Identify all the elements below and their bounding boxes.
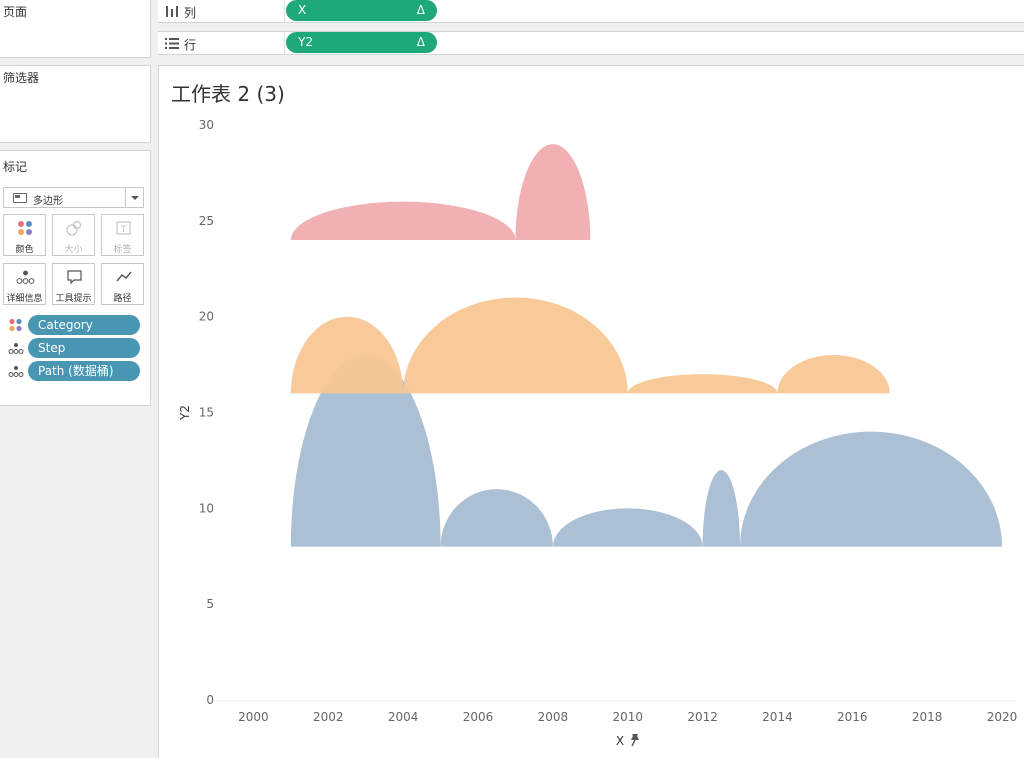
arc-mark[interactable] <box>515 144 591 240</box>
path-pill-row: Path (数据桶) <box>0 361 150 381</box>
tooltip-button[interactable]: 工具提示 <box>52 263 95 305</box>
category-pill[interactable]: Category <box>28 315 140 335</box>
x-tick-label: 2018 <box>912 710 943 724</box>
tableau-workspace: 页面 筛选器 标记 多边形 颜色 大小 T 标签 详细信息 工具提示 路径 Ca… <box>0 0 1024 758</box>
y-tick-label: 20 <box>199 310 214 324</box>
y2-pill[interactable]: Y2 Δ <box>286 32 437 53</box>
pages-title: 页面 <box>3 5 28 19</box>
x-tick-label: 2012 <box>687 710 718 724</box>
color-dots-icon <box>18 221 32 235</box>
mark-type-label: 多边形 <box>33 196 63 207</box>
path-bin-pill[interactable]: Path (数据桶) <box>28 361 140 381</box>
arc-mark[interactable] <box>552 508 703 547</box>
path-line-icon <box>116 271 132 282</box>
tooltip-bubble-icon <box>67 270 82 285</box>
path-button-label: 路径 <box>113 294 132 304</box>
arc-mark[interactable] <box>440 489 553 547</box>
chart[interactable]: 0 5 10 15 20 25 30 2000 2002 2004 2006 2008 2010 2012… <box>159 66 1024 758</box>
rows-shelf-label: 行 <box>184 38 197 52</box>
rows-shelf[interactable]: 行 Y2 Δ <box>158 31 1024 55</box>
shelf-divider <box>284 0 285 22</box>
color-button[interactable]: 颜色 <box>3 214 46 256</box>
polygon-mark-icon <box>13 193 27 203</box>
pages-panel[interactable]: 页面 <box>0 0 151 58</box>
columns-icon <box>166 6 178 17</box>
detail-dots-icon <box>8 366 24 377</box>
color-dots-icon <box>9 318 22 332</box>
detail-dots-icon <box>16 270 35 284</box>
label-t-icon: T <box>116 221 131 235</box>
category-pill-row: Category <box>0 315 150 335</box>
x-pill-label: X <box>298 3 307 17</box>
series-2 <box>290 144 591 240</box>
y-tick-label: 0 <box>206 693 214 707</box>
step-pill-row: Step <box>0 338 150 358</box>
label-button[interactable]: T 标签 <box>101 214 144 256</box>
x-tick-label: 2010 <box>612 710 643 724</box>
x-tick-label: 2014 <box>762 710 793 724</box>
arc-mark[interactable] <box>702 470 741 547</box>
arc-mark[interactable] <box>290 316 404 394</box>
x-axis-title[interactable]: X <box>616 734 624 748</box>
tooltip-button-label: 工具提示 <box>55 294 92 304</box>
worksheet-view: 工作表 2 (3) 0 5 10 15 20 25 30 2000 2002 2004 2006 20… <box>158 65 1024 758</box>
rows-icon <box>165 38 179 49</box>
filters-panel[interactable]: 筛选器 <box>0 65 151 143</box>
series-1 <box>290 297 890 394</box>
y-tick-label: 30 <box>199 118 214 132</box>
x-tick-label: 2002 <box>313 710 344 724</box>
step-pill[interactable]: Step <box>28 338 140 358</box>
size-button[interactable]: 大小 <box>52 214 95 256</box>
size-circles-icon <box>66 220 82 236</box>
columns-shelf-label: 列 <box>184 6 197 20</box>
detail-dots-icon <box>8 343 24 354</box>
x-tick-label: 2016 <box>837 710 868 724</box>
x-pill[interactable]: X Δ <box>286 0 437 21</box>
y-tick-label: 15 <box>199 406 214 420</box>
arc-mark[interactable] <box>777 355 890 394</box>
y-tick-label: 10 <box>199 501 214 515</box>
columns-shelf[interactable]: 列 X Δ <box>158 0 1024 23</box>
arc-mark[interactable] <box>290 201 516 240</box>
pin-icon[interactable] <box>631 734 639 747</box>
y-axis-title[interactable]: Y2 <box>178 405 192 421</box>
x-tick-label: 2006 <box>463 710 494 724</box>
svg-text:T: T <box>120 225 127 235</box>
x-tick-label: 2008 <box>538 710 569 724</box>
arc-mark[interactable] <box>627 374 778 394</box>
y-tick-label: 5 <box>206 597 214 611</box>
label-button-label: 标签 <box>113 245 132 255</box>
shelf-divider <box>284 32 285 54</box>
x-tick-label: 2000 <box>238 710 269 724</box>
y2-pill-label: Y2 <box>298 35 313 49</box>
delta-icon: Δ <box>416 3 425 17</box>
delta-icon: Δ <box>416 35 425 49</box>
chevron-down-icon[interactable] <box>125 188 143 207</box>
marks-title: 标记 <box>3 160 28 174</box>
x-tick-label: 2004 <box>388 710 419 724</box>
mark-type-dropdown[interactable]: 多边形 <box>3 187 144 208</box>
filters-title: 筛选器 <box>3 71 40 85</box>
detail-button[interactable]: 详细信息 <box>3 263 46 305</box>
marks-panel: 标记 多边形 颜色 大小 T 标签 详细信息 工具提示 路径 Category … <box>0 150 151 406</box>
y-tick-label: 25 <box>199 214 214 228</box>
detail-button-label: 详细信息 <box>6 294 43 304</box>
path-button[interactable]: 路径 <box>101 263 144 305</box>
color-button-label: 颜色 <box>15 245 34 255</box>
arc-mark[interactable] <box>403 297 628 394</box>
arc-mark[interactable] <box>740 431 1003 547</box>
size-button-label: 大小 <box>64 245 83 255</box>
x-tick-label: 2020 <box>987 710 1018 724</box>
